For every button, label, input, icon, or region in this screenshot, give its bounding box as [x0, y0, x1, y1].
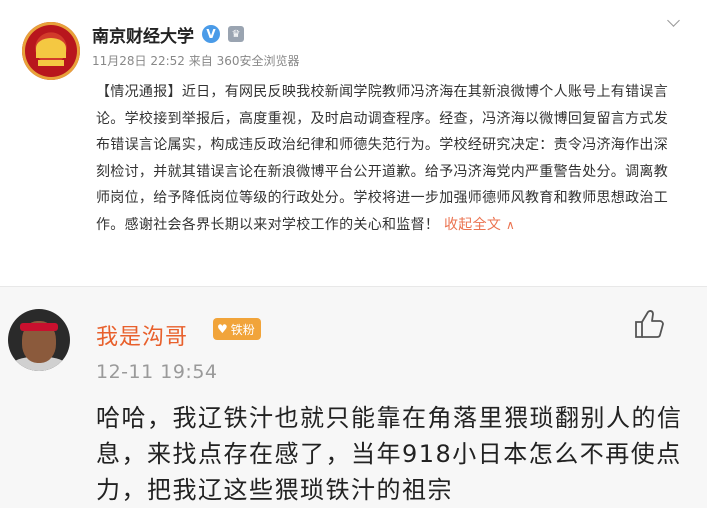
vip-crown-icon: ♛: [228, 26, 244, 42]
post-meta: 11月28日 22:52 来自 360安全浏览器: [92, 54, 300, 68]
comment-text: 哈哈，我辽铁汁也就只能靠在角落里猥琐翻别人的信息，来找点存在感了，当年918小日…: [96, 404, 683, 504]
post-header: 南京财经大学 V ♛: [92, 22, 244, 47]
post-body: 近日，有网民反映我校新闻学院教师冯济海在其新浪微博个人账号上有错误言论。学校接到…: [96, 84, 669, 233]
post-author-name[interactable]: 南京财经大学: [92, 22, 194, 47]
comment-item: 我是沟哥 ♥ 铁粉 12-11 19:54 哈哈，我辽铁汁也就只能靠在角落里猥琐…: [0, 287, 707, 508]
fan-badge[interactable]: ♥ 铁粉: [213, 318, 261, 340]
university-logo-avatar[interactable]: [22, 22, 80, 80]
verified-icon: V: [202, 25, 220, 43]
comment-time: 12-11 19:54: [96, 361, 218, 383]
thumbs-up-icon[interactable]: [632, 307, 666, 341]
heart-icon: ♥: [217, 322, 228, 336]
fan-badge-label: 铁粉: [230, 322, 255, 337]
avatar[interactable]: [8, 309, 70, 371]
chevron-up-icon: ∧: [505, 217, 516, 232]
post-content: 【情况通报】近日，有网民反映我校新闻学院教师冯济海在其新浪微博个人账号上有错误言…: [96, 79, 678, 239]
post-tag[interactable]: 【情况通报】: [96, 84, 182, 100]
collapse-link[interactable]: 收起全文: [444, 217, 501, 233]
chevron-down-icon[interactable]: [666, 14, 682, 30]
weibo-post: 南京财经大学 V ♛ 11月28日 22:52 来自 360安全浏览器 【情况通…: [0, 0, 707, 286]
comment-author-name[interactable]: 我是沟哥: [96, 319, 188, 351]
